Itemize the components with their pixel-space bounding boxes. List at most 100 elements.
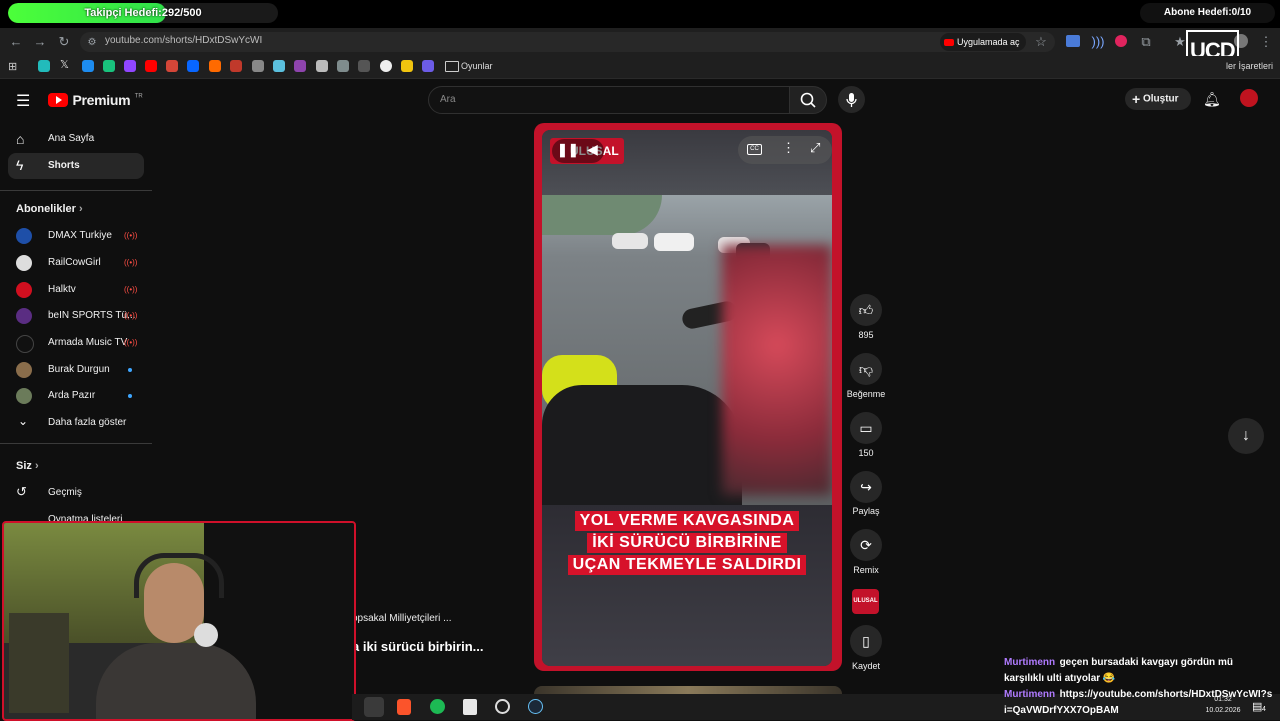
share-button[interactable]: ↪ — [850, 471, 882, 503]
account-avatar[interactable] — [1240, 89, 1258, 107]
subscription-item[interactable]: Arda Pazır — [48, 390, 95, 401]
reload-icon[interactable]: ↻ — [56, 34, 72, 50]
video-caption: YOL VERME KAVGASINDA İKİ SÜRÜCÜ BİRBİRİN… — [542, 510, 832, 576]
notification-center-icon[interactable]: ▤ — [1252, 700, 1262, 713]
remix-icon: ⟳ — [860, 537, 872, 553]
dislike-label: Beğenme — [846, 389, 886, 399]
bookmark-icon[interactable] — [209, 60, 221, 72]
subscription-item[interactable]: beIN SPORTS Tü... — [48, 310, 135, 321]
remix-button[interactable]: ⟳ — [850, 529, 882, 561]
like-button[interactable]: 👍︎ — [850, 294, 882, 326]
bookmark-icon[interactable] — [294, 60, 306, 72]
translate-extension-icon[interactable] — [1066, 35, 1080, 47]
notifications-bell-icon[interactable]: 🔔︎ — [1203, 91, 1221, 108]
bluesky-icon[interactable] — [82, 60, 94, 72]
hamburger-menu-icon[interactable]: ☰ — [16, 91, 30, 111]
captions-icon[interactable]: CC — [747, 144, 762, 155]
channel-avatar — [16, 335, 34, 353]
streamer-shirt — [96, 643, 256, 719]
gmail-icon[interactable] — [166, 60, 178, 72]
subscription-item[interactable]: Halktv — [48, 284, 76, 295]
next-short-button[interactable]: ↓ — [1228, 418, 1264, 454]
save-button[interactable]: ▯ — [850, 625, 882, 657]
channel-avatar — [16, 388, 32, 404]
bookmark-icon[interactable] — [337, 60, 349, 72]
stadium — [542, 195, 662, 235]
extension-icon[interactable] — [1115, 35, 1127, 47]
caption-line: İKİ SÜRÜCÜ BİRBİRİNE — [587, 533, 787, 553]
subscriptions-heading[interactable]: Abonelikler › — [16, 203, 83, 215]
chrome-taskbar-icon[interactable] — [364, 697, 384, 717]
bookmark-icon[interactable] — [273, 60, 285, 72]
bookmarks-folder-oyunlar[interactable]: Oyunlar — [461, 61, 493, 71]
obs-taskbar-icon[interactable] — [495, 699, 510, 714]
other-bookmarks[interactable]: ler İşaretleri — [1226, 61, 1273, 71]
volume-icon[interactable]: ◀︎ — [587, 141, 598, 158]
channel-avatar — [16, 308, 32, 324]
youtube-premium-logo[interactable]: Premium TR — [48, 91, 143, 109]
x-icon[interactable]: 𝕏 — [60, 58, 69, 71]
search-input[interactable]: Ara — [428, 86, 790, 114]
extensions-puzzle-icon[interactable]: ⧉ — [1138, 34, 1154, 50]
bookmark-icon[interactable] — [230, 60, 242, 72]
fullscreen-icon[interactable]: ⤢ — [810, 140, 820, 156]
open-in-app-button[interactable]: Uygulamada aç — [940, 33, 1026, 51]
spotify-taskbar-icon[interactable] — [430, 699, 445, 714]
bookmark-icon[interactable] — [358, 60, 370, 72]
subscription-item[interactable]: Armada Music TV — [48, 337, 127, 348]
dislike-button[interactable]: 👎︎ — [850, 353, 882, 385]
short-channel-name[interactable]: opsakal Milliyetçileri ... — [352, 613, 451, 624]
more-options-icon[interactable]: ⋮ — [782, 140, 795, 156]
audio-extension-icon[interactable]: ))) — [1090, 34, 1106, 50]
bookmark-icon[interactable] — [401, 60, 413, 72]
brave-taskbar-icon[interactable] — [397, 699, 411, 715]
clock-date[interactable]: 10.02.2026 — [1203, 707, 1243, 714]
star-icon[interactable]: ☆ — [1033, 34, 1049, 50]
show-more-button[interactable]: Daha fazla göster — [48, 417, 126, 428]
youtube-bookmark-icon[interactable] — [145, 60, 157, 72]
live-icon: ((•)) — [124, 311, 138, 320]
car — [654, 233, 694, 251]
menu-kebab-icon[interactable]: ⋮ — [1258, 34, 1274, 50]
url-text[interactable]: youtube.com/shorts/HDxtDSwYcWI — [105, 35, 262, 46]
subscription-item[interactable]: DMAX Turkiye — [48, 230, 112, 241]
subscription-item[interactable]: Burak Durgun — [48, 364, 110, 375]
forward-icon[interactable]: → — [32, 34, 48, 50]
meta-icon[interactable] — [187, 60, 199, 72]
back-icon[interactable]: ← — [8, 34, 24, 50]
bookmark-icon[interactable] — [252, 60, 264, 72]
you-heading[interactable]: Siz › — [16, 460, 39, 472]
sidebar-item-history[interactable]: Geçmiş — [48, 487, 82, 498]
sidebar-item-home[interactable]: Ana Sayfa — [48, 133, 94, 144]
channel-avatar-button[interactable]: ULUSAL — [852, 589, 879, 614]
subscription-item[interactable]: RailCowGirl — [48, 257, 101, 268]
files-taskbar-icon[interactable] — [463, 699, 477, 715]
bookmark-icon[interactable] — [316, 60, 328, 72]
comments-button[interactable]: ▭ — [850, 412, 882, 444]
pause-icon[interactable]: ❚❚ — [557, 142, 579, 158]
steam-taskbar-icon[interactable] — [528, 699, 543, 714]
live-icon: ((•)) — [124, 258, 138, 267]
clock-time[interactable]: 01:32 — [1208, 696, 1238, 703]
create-button[interactable]: + Oluştur — [1125, 88, 1191, 110]
search-button[interactable] — [789, 86, 827, 114]
youtube-icon — [944, 39, 954, 47]
site-info-icon[interactable]: ⚙ — [84, 35, 100, 51]
apps-grid-icon[interactable]: ⊞ — [8, 60, 17, 73]
microphone — [194, 623, 218, 647]
voice-search-button[interactable] — [838, 86, 865, 113]
kick-icon[interactable] — [103, 60, 115, 72]
thumbs-down-icon: 👎︎ — [858, 361, 874, 377]
twitch-icon[interactable] — [124, 60, 136, 72]
arrow-down-icon: ↓ — [1242, 427, 1250, 444]
bookmark-icon[interactable] — [38, 60, 50, 72]
bookmark-icon[interactable] — [422, 60, 434, 72]
remix-label: Remix — [853, 565, 879, 575]
chevron-down-icon: ⌄ — [18, 414, 29, 428]
short-title[interactable]: a iki sürücü birbirin... — [352, 639, 483, 654]
logo-country: TR — [134, 93, 143, 100]
bookmark-icon[interactable] — [380, 60, 392, 72]
rider-arm — [542, 385, 742, 505]
short-video-player[interactable]: YOL VERME KAVGASINDA İKİ SÜRÜCÜ BİRBİRİN… — [542, 130, 832, 666]
comment-count: 150 — [858, 448, 874, 458]
